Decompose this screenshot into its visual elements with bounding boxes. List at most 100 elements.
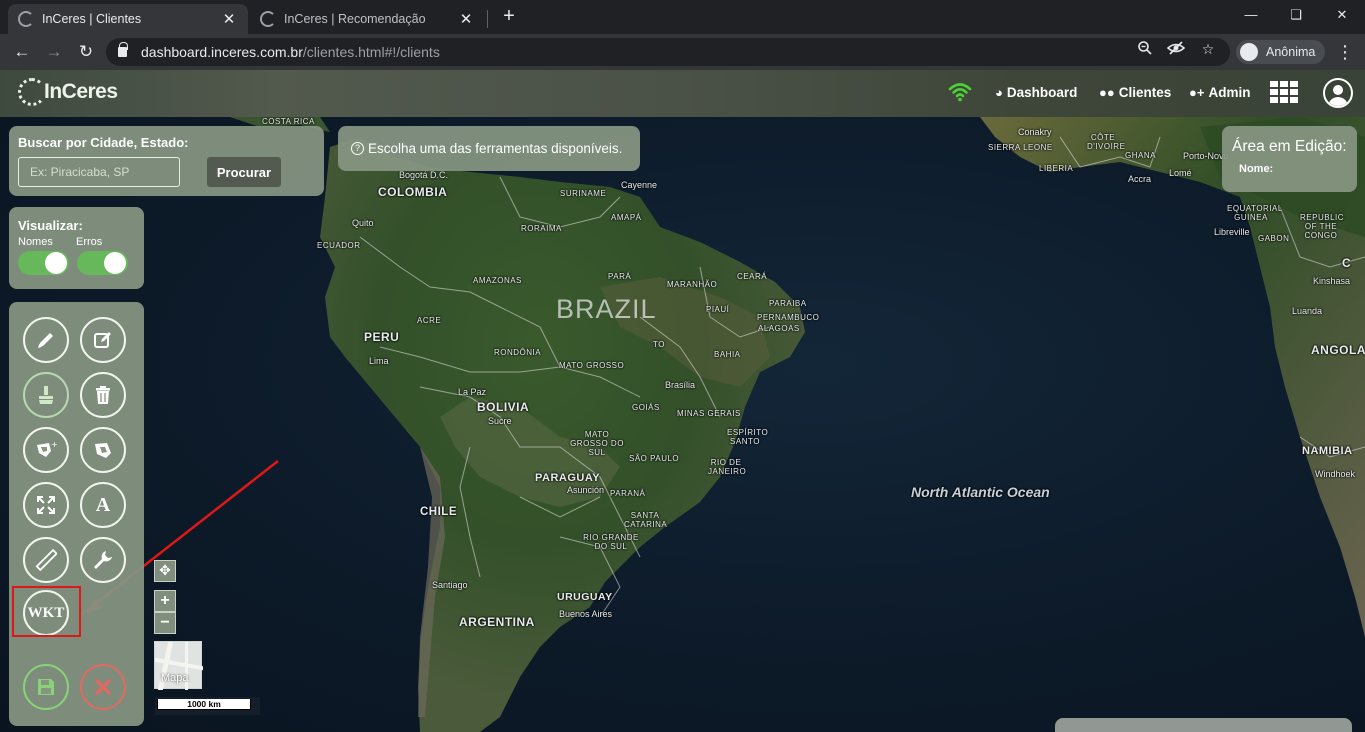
map-label: MATO GROSSO (559, 361, 625, 370)
map-label: TO (653, 340, 665, 349)
map-label: PERU (364, 330, 400, 344)
nav-admin[interactable]: ●+ Admin (1189, 85, 1250, 100)
map-label: CEARÁ (737, 272, 768, 281)
map-label: URUGUAY (557, 591, 613, 603)
search-input[interactable] (18, 157, 180, 187)
zoom-in-button[interactable]: + (154, 590, 176, 612)
search-button[interactable]: Procurar (207, 157, 281, 187)
incognito-profile[interactable]: Anônima (1236, 40, 1326, 64)
map-label: ALAGOAS (758, 324, 800, 333)
map-label: BAHIA (714, 350, 741, 359)
map-label: Kinshasa (1313, 276, 1351, 286)
cut-polygon-button[interactable] (80, 427, 126, 473)
map-label: CHILE (420, 506, 457, 518)
map-label: AMAPÁ (611, 213, 642, 222)
map-label: Brasília (665, 380, 696, 390)
map-label: PARAIBA (769, 299, 807, 308)
nav-label: Dashboard (1006, 85, 1078, 100)
close-tab-icon[interactable]: ✕ (457, 10, 475, 28)
tab-inceres-clientes[interactable]: InCeres | Clientes ✕ (8, 4, 248, 34)
map-label: ECUADOR (317, 241, 361, 250)
basemap-switcher[interactable]: Mapa (154, 641, 203, 690)
search-panel: Buscar por Cidade, Estado: Procurar (9, 126, 324, 196)
add-polygon-button[interactable]: + (23, 427, 69, 473)
map-label: MATO GROSSO DO SUL (570, 430, 624, 457)
map-label-ocean: North Atlantic Ocean (911, 484, 1050, 500)
zoom-out-button[interactable]: − (154, 612, 176, 634)
close-tab-icon[interactable]: ✕ (220, 10, 238, 28)
address-bar[interactable]: dashboard.inceres.com.br/clientes.html#!… (106, 38, 1230, 66)
measure-button[interactable] (23, 537, 69, 583)
browser-toolbar: ← → ↻ dashboard.inceres.com.br/clientes.… (0, 34, 1365, 70)
scale-bar: 1000 km (155, 697, 260, 715)
pencil-icon (38, 333, 53, 348)
draw-button[interactable] (23, 317, 69, 363)
svg-text:+: + (51, 440, 58, 449)
map-label: PARÁ (608, 272, 632, 281)
wrench-icon (94, 551, 112, 569)
delete-button[interactable] (80, 372, 126, 418)
browser-menu-icon[interactable]: ⋮ (1336, 40, 1354, 64)
map-label: GABON (1258, 234, 1290, 243)
map-label: COLOMBIA (378, 185, 448, 199)
paint-button[interactable] (23, 372, 69, 418)
apps-grid-icon[interactable] (1270, 81, 1298, 103)
pan-control[interactable]: ✥ (154, 560, 176, 582)
wifi-icon (948, 83, 972, 102)
nav-dashboard[interactable]: ◕ Dashboard (995, 85, 1077, 100)
question-circle-icon: ? (351, 142, 364, 155)
lock-icon[interactable] (118, 42, 128, 57)
edit-area-panel: Área em Edição: Nome: (1222, 126, 1357, 192)
map-terrain (84, 117, 1365, 732)
settings-button[interactable] (80, 537, 126, 583)
inceres-logo[interactable]: InCeres (18, 78, 118, 106)
nav-label: Admin (1208, 85, 1251, 100)
forward-icon[interactable]: → (42, 40, 66, 64)
map-label: Lima (369, 356, 389, 366)
nav-label: Clientes (1118, 85, 1172, 100)
trash-icon (96, 386, 110, 404)
expand-icon (37, 496, 55, 514)
map-label: ACRE (417, 316, 442, 325)
user-account-icon[interactable] (1323, 78, 1353, 108)
save-button[interactable] (23, 664, 69, 710)
text-button[interactable]: A (80, 482, 126, 528)
reload-icon[interactable]: ↻ (74, 40, 98, 64)
star-icon[interactable]: ☆ (1199, 40, 1217, 58)
minimize-icon[interactable]: — (1229, 4, 1273, 26)
nav-clientes[interactable]: ●● Clientes (1099, 85, 1171, 100)
map-label: COSTA RICA (262, 117, 315, 126)
map-label: Quito (352, 218, 374, 228)
basemap-label: Mapa (161, 672, 189, 684)
close-window-icon[interactable]: ✕ (1320, 4, 1364, 26)
map-label: Bogotá D.C. (399, 170, 449, 180)
map-label: Asunción (567, 485, 605, 495)
search-title: Buscar por Cidade, Estado: (18, 135, 189, 150)
map-label: BOLIVIA (477, 400, 530, 414)
back-icon[interactable]: ← (10, 40, 34, 64)
map-label: Libreville (1214, 227, 1250, 237)
cancel-button[interactable] (80, 664, 126, 710)
toggle-erros[interactable] (77, 251, 128, 275)
map-label: LIBERIA (1039, 164, 1074, 173)
map-label: CÔTE D'IVOIRE (1087, 133, 1126, 151)
map-label: ARGENTINA (459, 615, 535, 629)
tab-title: InCeres | Clientes (42, 12, 142, 26)
toggle-label-nomes: Nomes (18, 236, 53, 248)
zoom-icon[interactable] (1136, 40, 1154, 58)
edit-button[interactable] (80, 317, 126, 363)
map-label: Luanda (1292, 306, 1323, 316)
satellite-map[interactable]: COSTA RICA Bogotá D.C. COLOMBIA Quito EC… (0, 117, 1365, 732)
expand-button[interactable] (23, 482, 69, 528)
eye-off-icon[interactable] (1166, 40, 1186, 58)
new-tab-button[interactable]: + (498, 5, 520, 27)
tab-inceres-recomendacao[interactable]: InCeres | Recomendação ✕ (250, 4, 485, 34)
bottom-panel-tab[interactable] (1055, 718, 1352, 732)
loading-icon (260, 11, 276, 27)
toggle-nomes[interactable] (18, 251, 69, 275)
hint-panel: ? Escolha uma das ferramentas disponívei… (338, 126, 640, 171)
map-label: REPUBLIC OF THE CONGO (1300, 213, 1345, 240)
map-label: C (1342, 256, 1352, 270)
restore-icon[interactable]: ❏ (1274, 4, 1318, 26)
loading-icon (18, 11, 34, 27)
